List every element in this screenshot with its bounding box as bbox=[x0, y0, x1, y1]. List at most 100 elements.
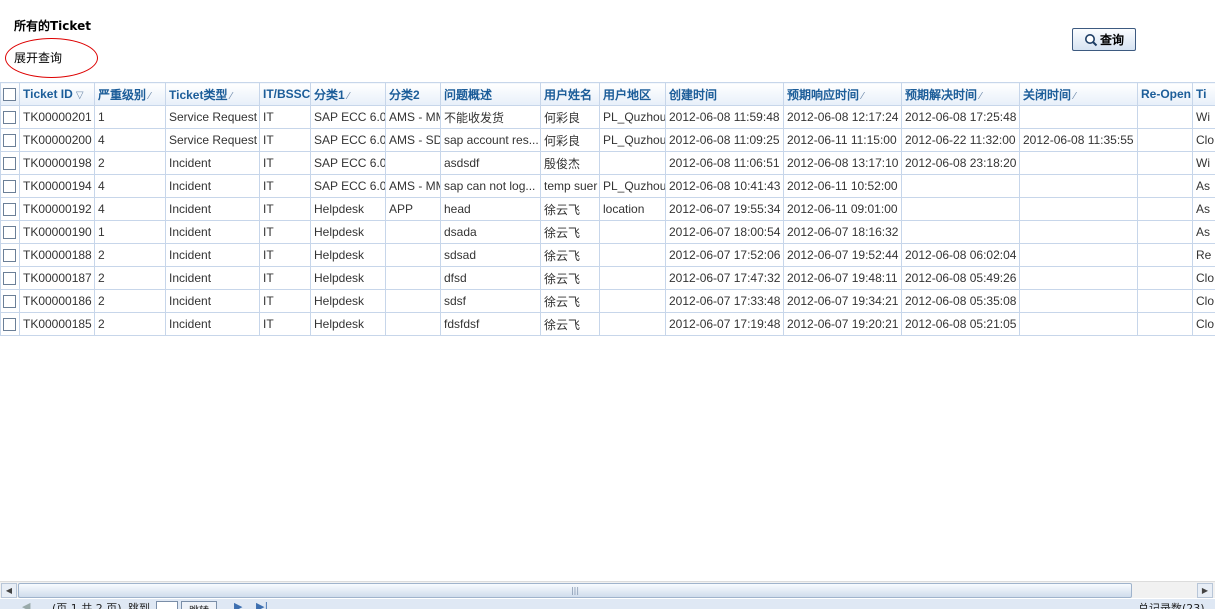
cell-category2 bbox=[385, 243, 441, 267]
cell-expected-resolve: 2012-06-22 11:32:00 bbox=[901, 128, 1020, 152]
row-checkbox[interactable] bbox=[0, 266, 20, 290]
cell-expected-response: 2012-06-08 13:17:10 bbox=[783, 151, 902, 175]
total-records: 总记录数(23) bbox=[1138, 602, 1205, 609]
magnifier-icon bbox=[1084, 33, 1098, 47]
select-all-checkbox[interactable] bbox=[0, 82, 20, 106]
cell-user-region bbox=[599, 220, 666, 244]
cell-user-name: 徐云飞 bbox=[540, 197, 600, 221]
table-row[interactable]: TK00000201 1 Service Request IT SAP ECC 6.0 A… bbox=[0, 105, 1215, 129]
cell-category2 bbox=[385, 289, 441, 313]
cell-user-region: PL_Quzhou bbox=[599, 128, 666, 152]
cell-severity: 4 bbox=[94, 197, 166, 221]
cell-expected-response: 2012-06-07 19:20:21 bbox=[783, 312, 902, 336]
cell-expected-response: 2012-06-11 09:01:00 bbox=[783, 197, 902, 221]
cell-user-name: 何彩良 bbox=[540, 105, 600, 129]
cell-expected-resolve: 2012-06-08 06:02:04 bbox=[901, 243, 1020, 267]
cell-created: 2012-06-07 18:00:54 bbox=[665, 220, 784, 244]
cell-ticket-type: Service Request bbox=[165, 128, 260, 152]
cell-expected-response: 2012-06-07 19:34:21 bbox=[783, 289, 902, 313]
table-row[interactable]: TK00000186 2 Incident IT Helpdesk sdsf 徐云飞 2012… bbox=[0, 289, 1215, 313]
row-checkbox[interactable] bbox=[0, 151, 20, 175]
cell-expected-resolve: 2012-06-08 05:35:08 bbox=[901, 289, 1020, 313]
column-header-created[interactable]: 创建时间 bbox=[665, 82, 784, 106]
cell-summary: head bbox=[440, 197, 541, 221]
cell-category1: Helpdesk bbox=[310, 289, 386, 313]
cell-closed bbox=[1019, 197, 1138, 221]
arrow-left-icon[interactable]: ◀ bbox=[1, 583, 17, 598]
cell-severity: 1 bbox=[94, 105, 166, 129]
table-row[interactable]: TK00000192 4 Incident IT Helpdesk APP head 徐云飞 l… bbox=[0, 197, 1215, 221]
next-page-icon[interactable]: ▶ bbox=[234, 600, 242, 609]
cell-ticket-id: TK00000185 bbox=[19, 312, 95, 336]
expand-query-label: 展开查询 bbox=[14, 51, 63, 65]
row-checkbox[interactable] bbox=[0, 243, 20, 267]
column-header-ticket-status[interactable]: Ti bbox=[1192, 82, 1215, 106]
column-header-summary[interactable]: 问题概述 bbox=[440, 82, 541, 106]
column-header-expected-resolve[interactable]: 预期解决时间 ⁄ bbox=[901, 82, 1020, 106]
expand-query-link[interactable]: 展开查询 bbox=[5, 38, 98, 78]
query-button[interactable]: 查询 bbox=[1072, 28, 1136, 51]
row-checkbox[interactable] bbox=[0, 220, 20, 244]
table-row[interactable]: TK00000198 2 Incident IT SAP ECC 6.0 asdsdf 殷俊… bbox=[0, 151, 1215, 175]
cell-expected-resolve bbox=[901, 174, 1020, 198]
cell-ticket-status: Clo bbox=[1192, 128, 1215, 152]
page-info: (页 1 共 2 页) bbox=[52, 602, 122, 609]
page-number-input[interactable] bbox=[156, 601, 178, 609]
horizontal-scrollbar[interactable]: ◀ ||| ▶ bbox=[0, 581, 1215, 598]
column-header-ticket-id[interactable]: Ticket ID ▽ bbox=[19, 82, 95, 106]
row-checkbox[interactable] bbox=[0, 289, 20, 313]
arrow-right-icon[interactable]: ▶ bbox=[1197, 583, 1213, 598]
cell-summary: dfsd bbox=[440, 266, 541, 290]
column-header-expected-response[interactable]: 预期响应时间 ⁄ bbox=[783, 82, 902, 106]
cell-ticket-id: TK00000192 bbox=[19, 197, 95, 221]
table-row[interactable]: TK00000188 2 Incident IT Helpdesk sdsad 徐云飞 201… bbox=[0, 243, 1215, 267]
column-header-closed[interactable]: 关闭时间 ⁄ bbox=[1019, 82, 1138, 106]
cell-ticket-status: Clo bbox=[1192, 266, 1215, 290]
column-header-user-name[interactable]: 用户姓名 bbox=[540, 82, 600, 106]
row-checkbox[interactable] bbox=[0, 197, 20, 221]
row-checkbox[interactable] bbox=[0, 128, 20, 152]
column-header-ticket-type[interactable]: Ticket类型 ⁄ bbox=[165, 82, 260, 106]
cell-ticket-id: TK00000188 bbox=[19, 243, 95, 267]
table-row[interactable]: TK00000200 4 Service Request IT SAP ECC 6.0 A… bbox=[0, 128, 1215, 152]
cell-reopen bbox=[1137, 312, 1193, 336]
cell-category1: Helpdesk bbox=[310, 197, 386, 221]
column-header-it-bssc[interactable]: IT/BSSC bbox=[259, 82, 311, 106]
cell-ticket-status: Wi bbox=[1192, 151, 1215, 175]
scrollbar-thumb[interactable]: ||| bbox=[18, 583, 1132, 598]
query-button-label: 查询 bbox=[1099, 33, 1124, 47]
column-header-category1[interactable]: 分类1 ⁄ bbox=[310, 82, 386, 106]
column-header-severity[interactable]: 严重级别 ⁄ bbox=[94, 82, 166, 106]
cell-user-region bbox=[599, 289, 666, 313]
cell-expected-resolve: 2012-06-08 17:25:48 bbox=[901, 105, 1020, 129]
column-header-category2[interactable]: 分类2 bbox=[385, 82, 441, 106]
table-row[interactable]: TK00000190 1 Incident IT Helpdesk dsada 徐云飞 201… bbox=[0, 220, 1215, 244]
row-checkbox[interactable] bbox=[0, 312, 20, 336]
row-checkbox[interactable] bbox=[0, 174, 20, 198]
cell-summary: sdsad bbox=[440, 243, 541, 267]
column-header-user-region[interactable]: 用户地区 bbox=[599, 82, 666, 106]
cell-severity: 2 bbox=[94, 289, 166, 313]
cell-closed bbox=[1019, 174, 1138, 198]
cell-user-region: PL_Quzhou bbox=[599, 174, 666, 198]
jump-label: 跳到 bbox=[128, 602, 150, 609]
first-page-icon[interactable]: ◀ bbox=[22, 600, 30, 609]
table-row[interactable]: TK00000194 4 Incident IT SAP ECC 6.0 AMS - MM… bbox=[0, 174, 1215, 198]
cell-summary: fdsfdsf bbox=[440, 312, 541, 336]
go-button[interactable]: 跳转 bbox=[181, 601, 217, 609]
cell-category1: Helpdesk bbox=[310, 266, 386, 290]
row-checkbox[interactable] bbox=[0, 105, 20, 129]
cell-reopen bbox=[1137, 289, 1193, 313]
last-page-icon[interactable]: ▶| bbox=[256, 600, 268, 609]
cell-user-name: 何彩良 bbox=[540, 128, 600, 152]
cell-ticket-status: As bbox=[1192, 197, 1215, 221]
cell-user-region bbox=[599, 151, 666, 175]
table-row[interactable]: TK00000185 2 Incident IT Helpdesk fdsfdsf 徐云飞 2… bbox=[0, 312, 1215, 336]
cell-ticket-type: Incident bbox=[165, 220, 260, 244]
cell-ticket-id: TK00000198 bbox=[19, 151, 95, 175]
cell-it-bssc: IT bbox=[259, 128, 311, 152]
column-header-reopen[interactable]: Re-Open bbox=[1137, 82, 1193, 106]
cell-closed bbox=[1019, 220, 1138, 244]
cell-expected-resolve: 2012-06-08 23:18:20 bbox=[901, 151, 1020, 175]
table-row[interactable]: TK00000187 2 Incident IT Helpdesk dfsd 徐云飞 2012… bbox=[0, 266, 1215, 290]
